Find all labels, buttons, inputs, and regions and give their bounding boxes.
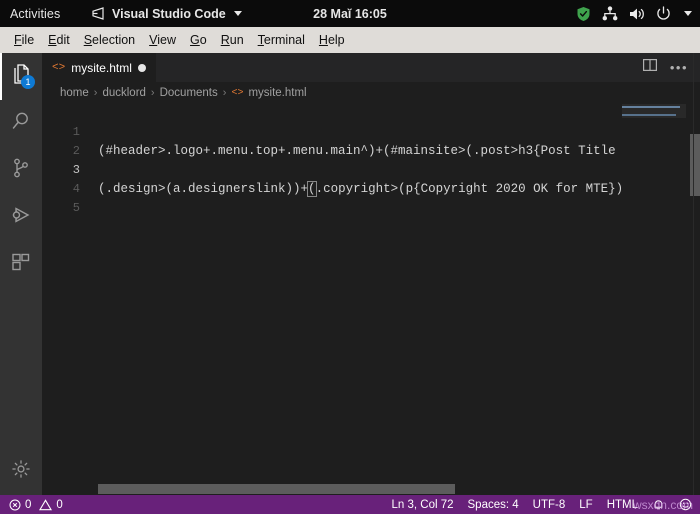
shield-icon[interactable] [576, 6, 591, 22]
smiley-icon[interactable] [679, 498, 692, 511]
editor-group: <> mysite.html ••• home › ducklord › Doc… [42, 53, 700, 495]
horizontal-scrollbar-thumb[interactable] [98, 484, 455, 494]
code-line-4[interactable]: 4 [42, 161, 700, 196]
system-tray [576, 0, 692, 27]
ellipsis-icon[interactable]: ••• [670, 61, 688, 74]
gnome-top-bar: Activities Visual Studio Code 28 Maĭ 16:… [0, 0, 700, 27]
breadcrumb-item-documents[interactable]: Documents [160, 87, 218, 99]
menu-run[interactable]: Run [214, 31, 251, 49]
activitybar-item-search[interactable] [0, 100, 42, 147]
activitybar-item-manage[interactable] [0, 448, 42, 495]
line-number: 5 [72, 201, 80, 215]
editor-actions: ••• [642, 53, 700, 82]
activitybar-item-source-control[interactable] [0, 147, 42, 194]
tray-chevron-down-icon[interactable] [684, 11, 692, 16]
breadcrumb-item-ducklord[interactable]: ducklord [102, 87, 145, 99]
code-line-1[interactable]: 1 (#header>.logo+.menu.top+.menu.main^)+… [42, 104, 700, 158]
error-count: 0 [25, 498, 32, 511]
activitybar-item-run-debug[interactable] [0, 194, 42, 241]
clock-label: 28 Maĭ 16:05 [313, 6, 387, 21]
breadcrumb-separator: › [222, 87, 227, 99]
editor-right-edge [693, 53, 694, 495]
error-icon [9, 499, 21, 511]
search-icon [9, 109, 33, 138]
bell-icon[interactable] [652, 498, 665, 511]
volume-icon[interactable] [629, 7, 645, 21]
status-language-mode[interactable]: HTML [607, 499, 638, 511]
chevron-down-icon [233, 11, 242, 16]
menu-selection[interactable]: Selection [77, 31, 142, 49]
branch-icon [9, 156, 33, 185]
breadcrumb-separator: › [93, 87, 98, 99]
status-bar: 0 0 Ln 3, Col 72 Spaces: 4 UTF-8 LF HTML [0, 495, 700, 514]
warning-icon [39, 498, 53, 511]
status-eol[interactable]: LF [579, 499, 592, 511]
activitybar-item-extensions[interactable] [0, 241, 42, 288]
vscode-window: Activities Visual Studio Code 28 Maĭ 16:… [0, 0, 700, 514]
status-cursor-position[interactable]: Ln 3, Col 72 [392, 499, 454, 511]
status-problems[interactable]: 0 0 [9, 499, 63, 511]
app-menu-button[interactable]: Visual Studio Code [92, 0, 242, 27]
tab-label: mysite.html [71, 60, 132, 75]
menu-terminal[interactable]: Terminal [251, 31, 312, 49]
app-menu-label: Visual Studio Code [112, 6, 226, 21]
status-bar-left: 0 0 [0, 499, 63, 511]
tab-dirty-indicator[interactable] [137, 63, 146, 72]
code-editor[interactable]: 1 (#header>.logo+.menu.top+.menu.main^)+… [42, 104, 700, 495]
minimap[interactable] [622, 104, 686, 495]
power-icon[interactable] [656, 6, 671, 21]
activitybar-item-explorer[interactable]: 1 [0, 53, 42, 100]
vscode-icon [92, 7, 106, 20]
status-encoding[interactable]: UTF-8 [533, 499, 566, 511]
menu-edit[interactable]: Edit [41, 31, 77, 49]
run-debug-icon [9, 203, 33, 232]
vertical-scrollbar-thumb[interactable] [690, 134, 700, 196]
breadcrumb-separator: › [150, 87, 155, 99]
tab-mysite-html[interactable]: <> mysite.html [42, 53, 157, 82]
menu-help[interactable]: Help [312, 31, 352, 49]
activities-button[interactable]: Activities [0, 7, 60, 21]
status-bar-right: Ln 3, Col 72 Spaces: 4 UTF-8 LF HTML [392, 498, 700, 511]
activity-bar: 1 [0, 53, 42, 495]
code-line-2[interactable]: 2 [42, 123, 700, 158]
html-file-icon: <> [231, 87, 244, 99]
menu-bar: File Edit Selection View Go Run Terminal… [0, 27, 700, 53]
tab-bar: <> mysite.html ••• [42, 53, 700, 82]
extensions-icon [9, 250, 33, 279]
code-lines: 1 (#header>.logo+.menu.top+.menu.main^)+… [42, 104, 700, 215]
code-line-3[interactable]: 3 (.design>(a.designerslink))+(.copyrigh… [42, 142, 700, 197]
explorer-badge: 1 [21, 75, 35, 89]
menu-go[interactable]: Go [183, 31, 214, 49]
status-indentation[interactable]: Spaces: 4 [468, 499, 519, 511]
html-file-icon: <> [52, 61, 66, 74]
menu-file[interactable]: File [7, 31, 41, 49]
gear-icon [10, 458, 32, 485]
menu-view[interactable]: View [142, 31, 183, 49]
breadcrumb: home › ducklord › Documents › <> mysite.… [42, 82, 700, 104]
minimap-slider[interactable] [622, 104, 686, 118]
split-editor-icon[interactable] [642, 57, 658, 78]
warning-count: 0 [56, 498, 63, 511]
network-icon[interactable] [602, 6, 618, 21]
breadcrumb-item-home[interactable]: home [60, 87, 89, 99]
code-line-5[interactable]: 5 [42, 180, 700, 215]
breadcrumb-item-file[interactable]: mysite.html [248, 87, 306, 99]
horizontal-scrollbar[interactable] [42, 483, 700, 495]
